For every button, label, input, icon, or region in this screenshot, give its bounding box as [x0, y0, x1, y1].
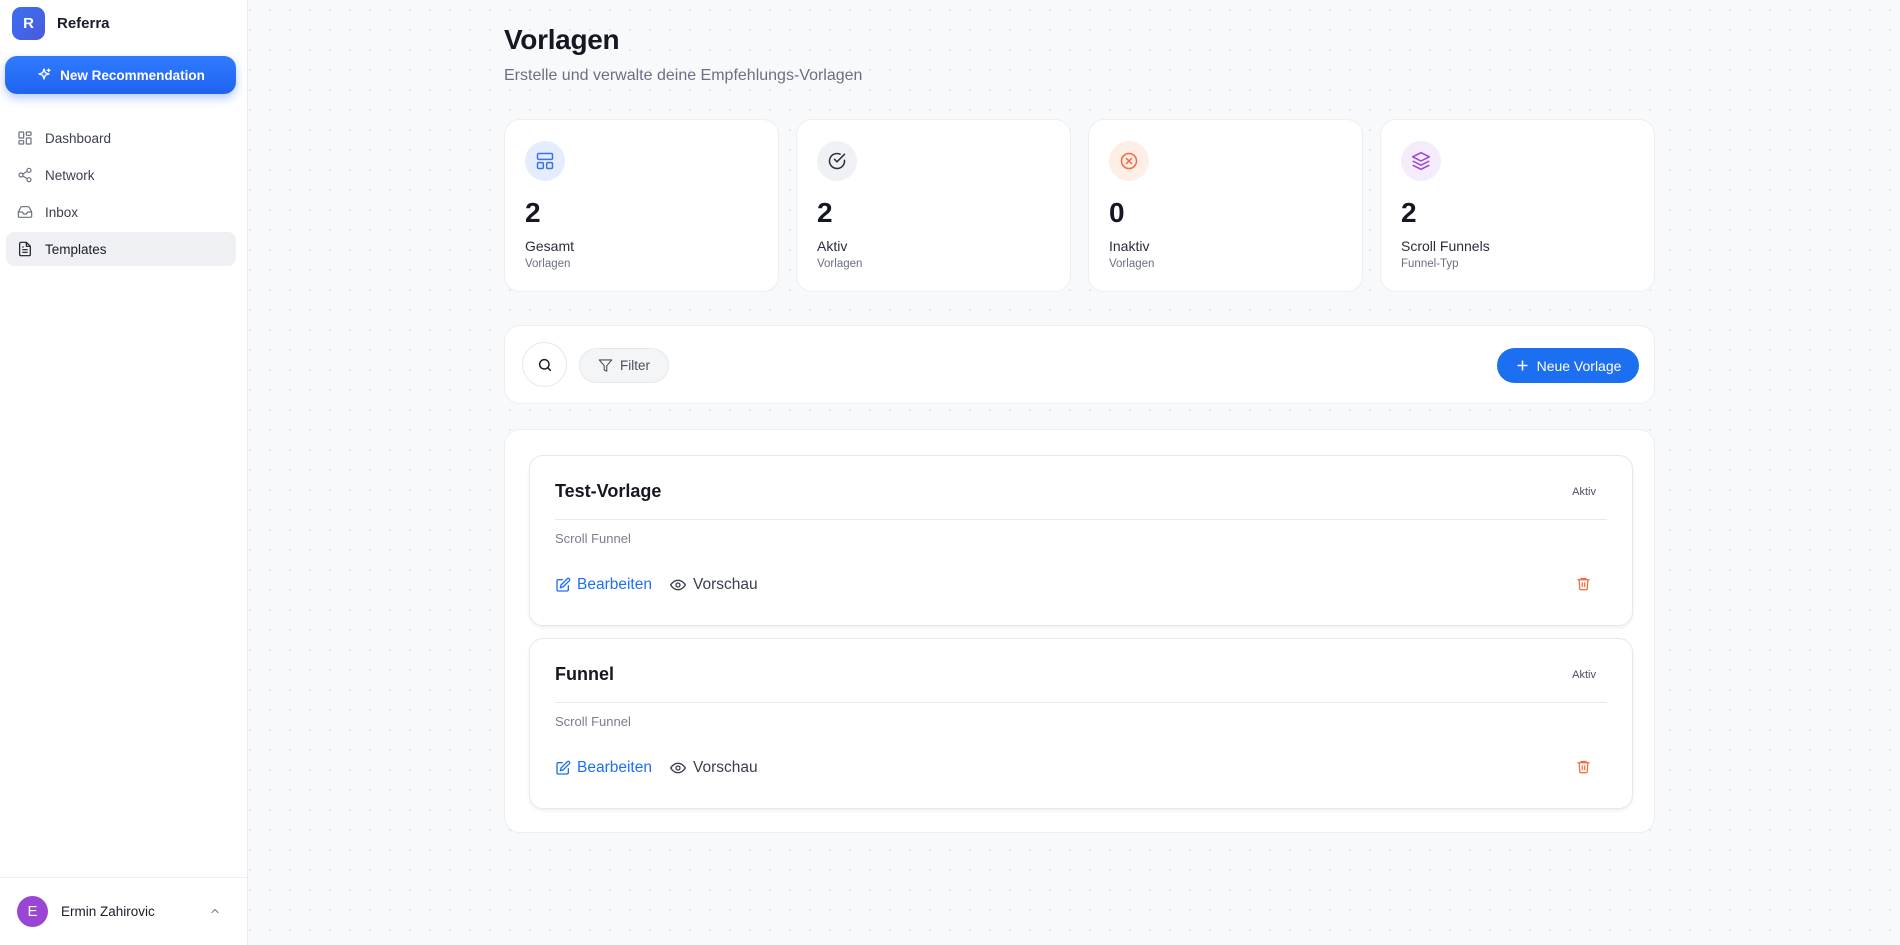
stat-sublabel: Vorlagen: [525, 258, 571, 270]
chevron-up-icon[interactable]: [209, 905, 221, 917]
edit-button[interactable]: Bearbeiten: [555, 576, 652, 594]
template-list: Test-Vorlage Aktiv Scroll Funnel Bearbei…: [504, 429, 1655, 833]
template-name: Test-Vorlage: [555, 481, 662, 501]
new-recommendation-button[interactable]: New Recommendation: [5, 56, 236, 94]
stat-label: Aktiv: [817, 238, 848, 254]
sidebar-item-network[interactable]: Network: [6, 158, 236, 192]
edit-button[interactable]: Bearbeiten: [555, 759, 652, 777]
inbox-icon: [17, 204, 33, 220]
check-circle-icon: [817, 141, 857, 181]
filter-icon: [598, 358, 613, 373]
preview-label: Vorschau: [693, 759, 758, 776]
edit-icon: [555, 760, 571, 776]
brand-logo: R: [12, 6, 45, 40]
sidebar-item-label: Dashboard: [45, 130, 112, 146]
new-template-button[interactable]: Neue Vorlage: [1497, 348, 1639, 383]
template-type: Scroll Funnel: [555, 531, 631, 546]
stat-card-total: 2 Gesamt Vorlagen: [504, 119, 779, 292]
stat-card-scroll-funnels: 2 Scroll Funnels Funnel-Typ: [1380, 119, 1655, 292]
x-circle-icon: [1109, 141, 1149, 181]
layout-icon: [525, 141, 565, 181]
filter-button[interactable]: Filter: [579, 348, 669, 383]
stat-label: Gesamt: [525, 238, 575, 254]
stat-card-inactive: 0 Inaktiv Vorlagen: [1088, 119, 1363, 292]
brand-name: Referra: [57, 14, 110, 32]
edit-label: Bearbeiten: [577, 759, 652, 776]
stat-value: 2: [525, 197, 541, 228]
eye-icon: [670, 577, 686, 593]
divider: [555, 702, 1607, 703]
trash-icon[interactable]: [1576, 759, 1592, 775]
filter-label: Filter: [620, 358, 650, 373]
page-title: Vorlagen: [504, 24, 620, 55]
stat-value: 2: [817, 197, 833, 228]
preview-label: Vorschau: [693, 576, 758, 593]
search-button[interactable]: [522, 342, 567, 387]
template-name: Funnel: [555, 664, 614, 684]
new-recommendation-label: New Recommendation: [60, 67, 205, 83]
template-type: Scroll Funnel: [555, 714, 631, 729]
sidebar: R Referra New Recommendation Dashboard N…: [0, 0, 248, 945]
preview-button[interactable]: Vorschau: [670, 576, 758, 594]
new-template-label: Neue Vorlage: [1536, 357, 1622, 374]
sidebar-item-label: Inbox: [45, 204, 79, 220]
network-icon: [17, 167, 33, 183]
trash-icon[interactable]: [1576, 576, 1592, 592]
brand[interactable]: R Referra: [12, 6, 110, 40]
preview-button[interactable]: Vorschau: [670, 759, 758, 777]
template-toolbar: Filter Neue Vorlage: [504, 325, 1655, 404]
stat-value: 2: [1401, 197, 1417, 228]
stat-label: Scroll Funnels: [1401, 238, 1490, 254]
plus-icon: [1515, 358, 1530, 373]
stat-sublabel: Vorlagen: [1109, 258, 1155, 270]
stat-value: 0: [1109, 197, 1125, 228]
sidebar-item-dashboard[interactable]: Dashboard: [6, 121, 236, 155]
stat-sublabel: Vorlagen: [817, 258, 863, 270]
sidebar-item-templates[interactable]: Templates: [6, 232, 236, 266]
user-menu[interactable]: E Ermin Zahirovic: [0, 877, 247, 945]
template-card[interactable]: Test-Vorlage Aktiv Scroll Funnel Bearbei…: [529, 455, 1633, 626]
edit-label: Bearbeiten: [577, 576, 652, 593]
status-badge: Aktiv: [1572, 486, 1596, 498]
user-name: Ermin Zahirovic: [61, 904, 155, 919]
sidebar-item-label: Templates: [45, 241, 107, 257]
status-badge: Aktiv: [1572, 669, 1596, 681]
stat-sublabel: Funnel-Typ: [1401, 258, 1459, 270]
avatar: E: [17, 896, 48, 927]
edit-icon: [555, 577, 571, 593]
divider: [555, 519, 1607, 520]
template-card[interactable]: Funnel Aktiv Scroll Funnel Bearbeiten Vo…: [529, 638, 1633, 809]
document-icon: [17, 241, 33, 257]
sidebar-item-inbox[interactable]: Inbox: [6, 195, 236, 229]
sidebar-nav: Dashboard Network Inbox Templates: [6, 121, 236, 269]
eye-icon: [670, 760, 686, 776]
search-icon: [537, 357, 553, 373]
sparkle-icon: [36, 67, 52, 83]
dashboard-icon: [17, 130, 33, 146]
sidebar-item-label: Network: [45, 167, 95, 183]
layers-icon: [1401, 141, 1441, 181]
page-subtitle: Erstelle und verwalte deine Empfehlungs-…: [504, 67, 863, 84]
stat-card-active: 2 Aktiv Vorlagen: [796, 119, 1071, 292]
stat-label: Inaktiv: [1109, 238, 1150, 254]
